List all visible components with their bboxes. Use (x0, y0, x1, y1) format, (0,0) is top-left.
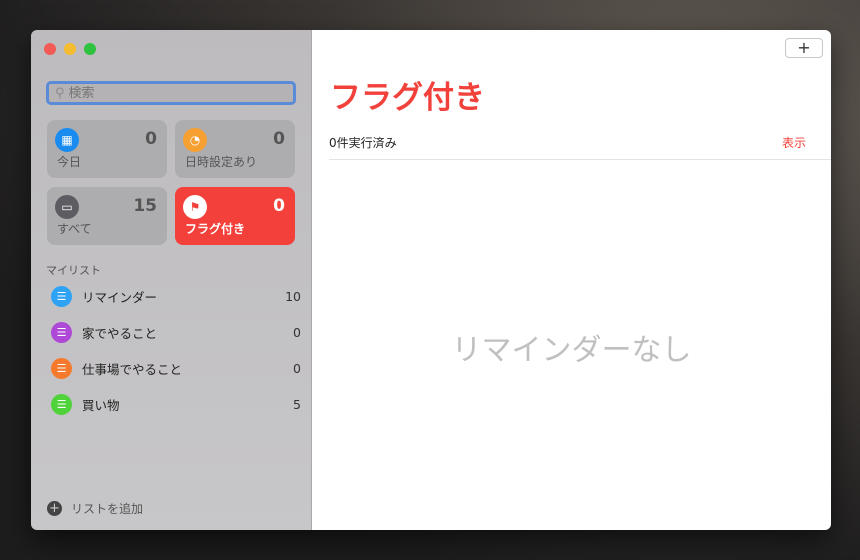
empty-state: リマインダーなし (451, 333, 692, 368)
list-item[interactable]: ☰ 仕事場でやること 0 (51, 356, 301, 380)
search-input[interactable] (68, 85, 269, 101)
page-title: フラグ付き (330, 80, 485, 116)
label: 日時設定あり (185, 155, 258, 169)
label: 今日 (57, 155, 82, 169)
completed-count: 0件実行済み (329, 136, 397, 150)
calendar-icon: ▦ (55, 128, 79, 152)
list-icon: ☰ (51, 393, 72, 415)
list-item[interactable]: ☰ リマインダー 10 (51, 284, 301, 308)
list-count: 5 (293, 396, 301, 412)
smart-list-flagged[interactable]: ⚑ 0 フラグ付き (175, 187, 295, 245)
divider (329, 159, 831, 160)
smart-list-scheduled[interactable]: ◔ 0 日時設定あり (175, 120, 295, 178)
search-icon: ⚲ (55, 85, 65, 101)
plus-circle-icon: + (47, 501, 62, 516)
tray-icon: ▭ (55, 195, 79, 219)
list-label: 家でやること (82, 325, 158, 341)
count: 0 (273, 129, 285, 149)
count: 0 (145, 129, 157, 149)
count: 15 (133, 196, 157, 216)
clock-icon: ◔ (183, 128, 207, 152)
main-pane: + フラグ付き 0件実行済み 表示 リマインダーなし (312, 30, 831, 530)
list-label: 買い物 (82, 397, 120, 413)
add-list-label: リストを追加 (71, 502, 144, 516)
close-button[interactable] (44, 43, 56, 55)
label: すべて (57, 222, 92, 236)
list-icon: ☰ (51, 321, 72, 343)
label: フラグ付き (185, 222, 246, 236)
search-field[interactable]: ⚲ (46, 81, 296, 105)
zoom-button[interactable] (84, 43, 96, 55)
add-list-button[interactable]: + リストを追加 (47, 500, 143, 517)
smart-list-all[interactable]: ▭ 15 すべて (47, 187, 167, 245)
list-item[interactable]: ☰ 買い物 5 (51, 392, 301, 416)
list-icon: ☰ (51, 285, 72, 307)
minimize-button[interactable] (64, 43, 76, 55)
my-lists-header: マイリスト (46, 264, 101, 277)
list-count: 0 (293, 360, 301, 376)
list-count: 0 (293, 324, 301, 340)
list-item[interactable]: ☰ 家でやること 0 (51, 320, 301, 344)
sidebar: ⚲ ▦ 0 今日 ◔ 0 日時設定あり ▭ 15 すべて ⚑ 0 フラグ付き マ… (31, 30, 312, 530)
reminders-window: ⚲ ▦ 0 今日 ◔ 0 日時設定あり ▭ 15 すべて ⚑ 0 フラグ付き マ… (31, 30, 831, 530)
list-icon: ☰ (51, 357, 72, 379)
list-count: 10 (285, 288, 301, 304)
add-reminder-button[interactable]: + (785, 38, 823, 58)
count: 0 (273, 196, 285, 216)
show-completed-button[interactable]: 表示 (782, 134, 806, 151)
flag-icon: ⚑ (183, 195, 207, 219)
list-label: リマインダー (82, 289, 158, 305)
smart-list-today[interactable]: ▦ 0 今日 (47, 120, 167, 178)
list-label: 仕事場でやること (82, 361, 183, 377)
